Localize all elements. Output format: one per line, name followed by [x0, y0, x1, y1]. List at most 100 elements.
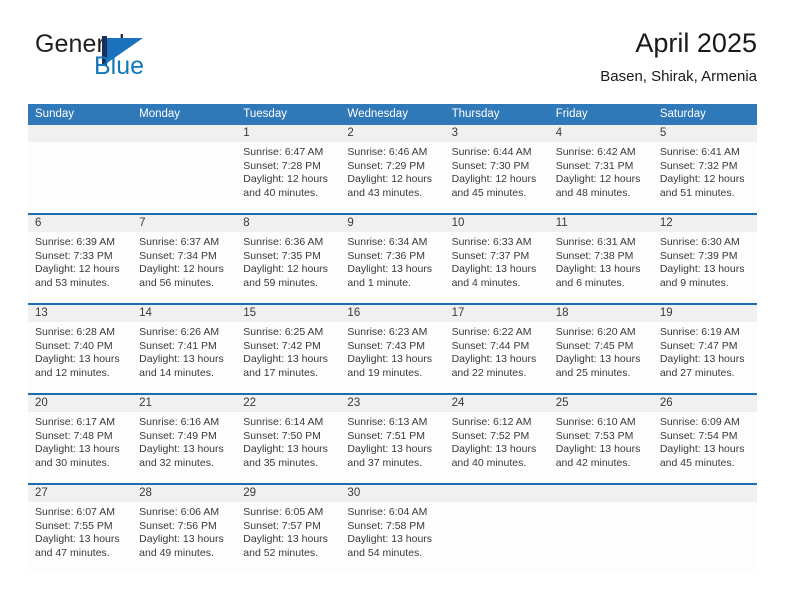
daylight-text-line2: and 45 minutes.: [451, 186, 527, 199]
day-cell[interactable]: Sunrise: 6:28 AM Sunset: 7:40 PM Dayligh…: [28, 322, 132, 393]
day-number[interactable]: 28: [132, 485, 236, 502]
daylight-text-line2: and 43 minutes.: [347, 186, 423, 199]
day-cell[interactable]: Sunrise: 6:10 AM Sunset: 7:53 PM Dayligh…: [549, 412, 653, 483]
week-daynumber-band: 20 21 22 23 24 25 26: [28, 395, 757, 412]
day-number[interactable]: 8: [236, 215, 340, 232]
weekday-header-sunday: Sunday: [35, 108, 75, 120]
day-number[interactable]: 14: [132, 305, 236, 322]
day-cell[interactable]: Sunrise: 6:37 AM Sunset: 7:34 PM Dayligh…: [132, 232, 236, 303]
day-number[interactable]: [549, 485, 653, 502]
sunset-text: Sunset: 7:42 PM: [243, 339, 321, 352]
sunset-text: Sunset: 7:31 PM: [555, 159, 634, 172]
sunset-text: Sunset: 7:45 PM: [555, 339, 634, 352]
day-number[interactable]: 12: [653, 215, 757, 232]
brand-logo[interactable]: General Blue: [35, 30, 255, 86]
sunset-text: Sunset: 7:49 PM: [139, 429, 217, 442]
day-number[interactable]: 25: [549, 395, 653, 412]
day-number[interactable]: 20: [28, 395, 132, 412]
day-cell[interactable]: Sunrise: 6:34 AM Sunset: 7:36 PM Dayligh…: [340, 232, 444, 303]
sunset-text: Sunset: 7:53 PM: [555, 429, 634, 442]
day-number[interactable]: 27: [28, 485, 132, 502]
day-cell[interactable]: Sunrise: 6:31 AM Sunset: 7:38 PM Dayligh…: [549, 232, 653, 303]
day-cell[interactable]: Sunrise: 6:36 AM Sunset: 7:35 PM Dayligh…: [236, 232, 340, 303]
day-number[interactable]: 18: [549, 305, 653, 322]
day-cell[interactable]: Sunrise: 6:20 AM Sunset: 7:45 PM Dayligh…: [549, 322, 653, 393]
day-number[interactable]: 15: [236, 305, 340, 322]
day-cell[interactable]: Sunrise: 6:47 AM Sunset: 7:28 PM Dayligh…: [236, 142, 340, 213]
day-number[interactable]: 21: [132, 395, 236, 412]
sunrise-text: Sunrise: 6:14 AM: [243, 416, 324, 428]
day-number[interactable]: 1: [236, 125, 340, 142]
day-number[interactable]: 6: [28, 215, 132, 232]
daylight-text-line2: and 40 minutes.: [243, 186, 318, 199]
day-cell[interactable]: Sunrise: 6:06 AM Sunset: 7:56 PM Dayligh…: [132, 502, 236, 573]
sunset-text: Sunset: 7:57 PM: [243, 519, 321, 532]
day-cell[interactable]: Sunrise: 6:04 AM Sunset: 7:58 PM Dayligh…: [340, 502, 444, 573]
day-cell[interactable]: [653, 502, 757, 573]
day-cell[interactable]: Sunrise: 6:13 AM Sunset: 7:51 PM Dayligh…: [340, 412, 444, 483]
day-cell[interactable]: Sunrise: 6:19 AM Sunset: 7:47 PM Dayligh…: [653, 322, 757, 393]
day-cell[interactable]: Sunrise: 6:25 AM Sunset: 7:42 PM Dayligh…: [236, 322, 340, 393]
day-number[interactable]: 5: [653, 125, 757, 142]
day-number[interactable]: 24: [445, 395, 549, 412]
day-number[interactable]: 16: [340, 305, 444, 322]
day-cell[interactable]: Sunrise: 6:41 AM Sunset: 7:32 PM Dayligh…: [653, 142, 757, 213]
daylight-text-line1: Daylight: 13 hours: [451, 353, 537, 366]
day-number[interactable]: 7: [132, 215, 236, 232]
day-number[interactable]: 9: [340, 215, 444, 232]
day-cell[interactable]: Sunrise: 6:33 AM Sunset: 7:37 PM Dayligh…: [445, 232, 549, 303]
day-number[interactable]: 10: [445, 215, 549, 232]
day-cell[interactable]: Sunrise: 6:39 AM Sunset: 7:33 PM Dayligh…: [28, 232, 132, 303]
daylight-text-line2: and 59 minutes.: [243, 276, 318, 289]
sunrise-text: Sunrise: 6:20 AM: [555, 326, 636, 338]
day-cell[interactable]: Sunrise: 6:23 AM Sunset: 7:43 PM Dayligh…: [340, 322, 444, 393]
day-cell[interactable]: Sunrise: 6:14 AM Sunset: 7:50 PM Dayligh…: [236, 412, 340, 483]
day-number[interactable]: 23: [340, 395, 444, 412]
day-cell[interactable]: Sunrise: 6:07 AM Sunset: 7:55 PM Dayligh…: [28, 502, 132, 573]
day-cell[interactable]: Sunrise: 6:16 AM Sunset: 7:49 PM Dayligh…: [132, 412, 236, 483]
sunset-text: Sunset: 7:39 PM: [659, 249, 738, 262]
day-number[interactable]: [653, 485, 757, 502]
day-number[interactable]: [445, 485, 549, 502]
day-cell[interactable]: Sunrise: 6:22 AM Sunset: 7:44 PM Dayligh…: [445, 322, 549, 393]
day-cell[interactable]: [549, 502, 653, 573]
day-number[interactable]: 19: [653, 305, 757, 322]
day-number[interactable]: 11: [549, 215, 653, 232]
week-detail-band: Sunrise: 6:28 AM Sunset: 7:40 PM Dayligh…: [28, 322, 757, 393]
week-daynumber-band: 6 7 8 9 10 11 12: [28, 215, 757, 232]
day-number[interactable]: 13: [28, 305, 132, 322]
day-cell[interactable]: [28, 142, 132, 213]
day-number[interactable]: [132, 125, 236, 142]
day-number[interactable]: 4: [549, 125, 653, 142]
weekday-header-monday: Monday: [139, 108, 181, 120]
day-cell[interactable]: Sunrise: 6:42 AM Sunset: 7:31 PM Dayligh…: [549, 142, 653, 213]
sunrise-text: Sunrise: 6:07 AM: [35, 506, 115, 518]
day-cell[interactable]: Sunrise: 6:12 AM Sunset: 7:52 PM Dayligh…: [445, 412, 549, 483]
day-cell[interactable]: Sunrise: 6:44 AM Sunset: 7:30 PM Dayligh…: [445, 142, 549, 213]
day-cell[interactable]: Sunrise: 6:09 AM Sunset: 7:54 PM Dayligh…: [653, 412, 757, 483]
day-number[interactable]: 17: [445, 305, 549, 322]
day-cell[interactable]: [445, 502, 549, 573]
daylight-text-line2: and 47 minutes.: [35, 546, 110, 559]
day-number[interactable]: [28, 125, 132, 142]
day-cell[interactable]: Sunrise: 6:26 AM Sunset: 7:41 PM Dayligh…: [132, 322, 236, 393]
location-subtitle: Basen, Shirak, Armenia: [600, 68, 757, 85]
sunrise-text: Sunrise: 6:04 AM: [347, 506, 428, 518]
day-number[interactable]: 3: [445, 125, 549, 142]
daylight-text-line1: Daylight: 13 hours: [555, 263, 641, 276]
day-cell[interactable]: Sunrise: 6:17 AM Sunset: 7:48 PM Dayligh…: [28, 412, 132, 483]
day-number[interactable]: 2: [340, 125, 444, 142]
day-number[interactable]: 26: [653, 395, 757, 412]
sunrise-text: Sunrise: 6:44 AM: [451, 146, 532, 158]
day-number[interactable]: 29: [236, 485, 340, 502]
day-number[interactable]: 30: [340, 485, 444, 502]
day-cell[interactable]: Sunrise: 6:46 AM Sunset: 7:29 PM Dayligh…: [340, 142, 444, 213]
day-cell[interactable]: [132, 142, 236, 213]
daylight-text-line2: and 27 minutes.: [659, 366, 735, 379]
day-cell[interactable]: Sunrise: 6:30 AM Sunset: 7:39 PM Dayligh…: [653, 232, 757, 303]
day-cell[interactable]: Sunrise: 6:05 AM Sunset: 7:57 PM Dayligh…: [236, 502, 340, 573]
daylight-text-line1: Daylight: 13 hours: [347, 263, 433, 276]
week-row: 27 28 29 30 Sunrise: 6:07 AM Sunset: 7:5…: [28, 483, 757, 573]
day-number[interactable]: 22: [236, 395, 340, 412]
sunset-text: Sunset: 7:56 PM: [139, 519, 217, 532]
